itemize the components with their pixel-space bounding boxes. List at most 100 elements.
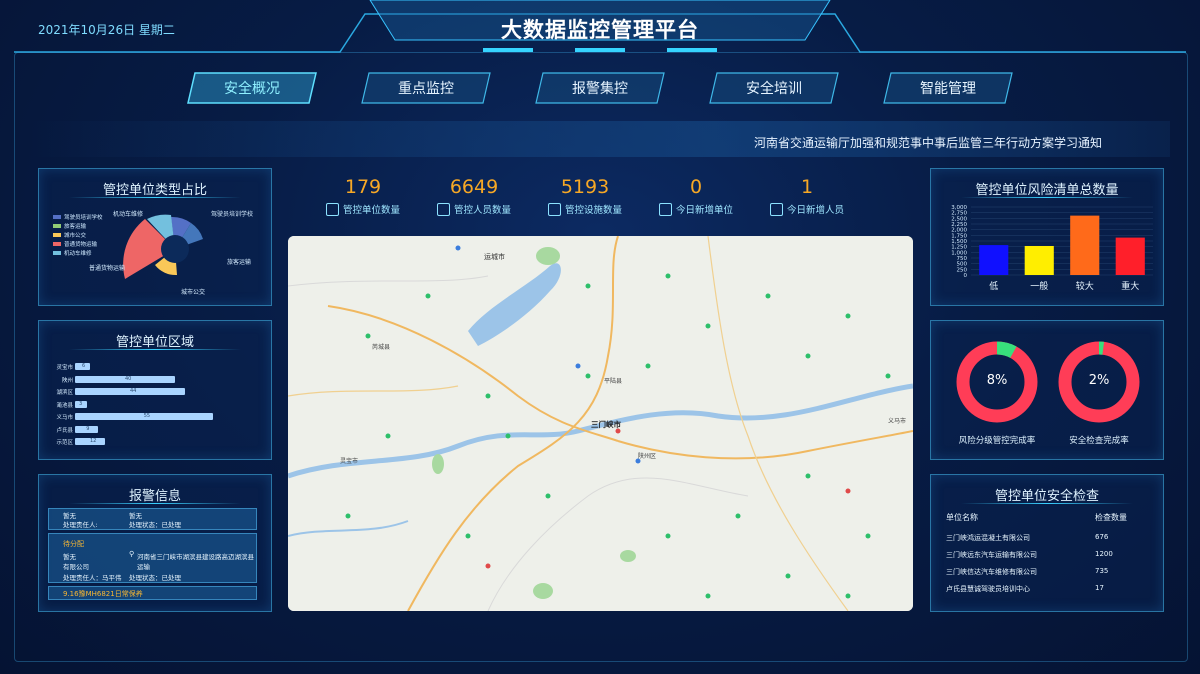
stat-label: 今日新增单位: [676, 205, 734, 216]
map-label-city: 平陆县: [604, 378, 623, 385]
stat-value: 5193: [560, 176, 610, 198]
table-row-count: 17: [1095, 584, 1104, 592]
risk-bar-chart: 3,0002,7502,5002,2502,0001,7501,5001,250…: [951, 205, 1153, 292]
region-value: 55: [143, 413, 151, 419]
panel-title: 管控单位区域: [115, 335, 194, 350]
legend-item: 城市公交: [53, 231, 86, 239]
tab-alarm-control[interactable]: 报警集控: [535, 72, 665, 104]
stat-staff-count: 6649 管控人员数量: [437, 176, 511, 216]
alarm-field: 处理状态：已处理: [129, 574, 181, 582]
table-row-count: 1200: [1095, 550, 1113, 558]
panel-title: 管控单位安全检查: [994, 489, 1099, 504]
pie-label: 旅客运输: [227, 259, 252, 266]
tab-safety-training[interactable]: 安全培训: [709, 72, 839, 104]
stat-unit-count: 179 管控单位数量: [326, 176, 400, 216]
table-header: 检查数量: [1095, 513, 1127, 522]
region-value: 3: [79, 400, 83, 407]
tab-label: 智能管理: [920, 81, 976, 97]
risk-bar-1: [1024, 245, 1054, 275]
y-tick-label: 0: [964, 273, 968, 279]
risk-bar-0: [979, 245, 1009, 275]
alarm-card[interactable]: 9.16豫MH6821日常保养: [48, 586, 257, 600]
region-label: 陕州: [61, 377, 73, 384]
map-label-city: 义马市: [888, 418, 907, 425]
tab-smart-management[interactable]: 智能管理: [883, 72, 1013, 104]
table-row-count: 735: [1095, 567, 1109, 575]
books-icon: [548, 202, 561, 216]
map-label-city: 三门峡市: [591, 420, 621, 429]
completion-panel: 8% 2% 风险分级管控完成率 安全检查完成率: [930, 320, 1164, 460]
table-row-name[interactable]: 三门峡信达汽车维修有限公司: [946, 567, 1037, 577]
region-value: 6: [82, 363, 86, 369]
notice-text[interactable]: 河南省交通运输厅加强和规范事中事后监管三年行动方案学习通知: [754, 134, 1102, 151]
risk-panel: 管控单位风险清单总数量 3,000 2,750 2,500 2,250 2,000 1,7…: [930, 168, 1164, 306]
pie-label: 普通货物运输: [89, 265, 126, 272]
stat-label: 今日新增人员: [787, 205, 845, 216]
tab-label: 重点监控: [398, 81, 454, 97]
legend-item: 机动车维修: [53, 249, 92, 257]
donut-label: 风险分级管控完成率: [958, 436, 1036, 446]
table-row-name[interactable]: 三门峡鸿运混凝土有限公司: [946, 533, 1030, 543]
alarm-head: 待分配: [63, 540, 84, 548]
risk-bar-3: [1115, 237, 1145, 275]
donut-value: 2%: [1088, 373, 1110, 388]
legend-item: 旅客运输: [53, 222, 86, 230]
tab-key-monitoring[interactable]: 重点监控: [361, 72, 491, 104]
doc-add-icon: [659, 202, 672, 216]
donut-label: 安全检查完成率: [1069, 436, 1129, 446]
region-value: 40: [125, 375, 132, 382]
id-card-icon: [770, 202, 783, 216]
location-icon: ⚲: [129, 550, 135, 558]
map-label-city: 芮城县: [372, 344, 391, 351]
legend-item: 普通货物运输: [53, 240, 97, 248]
x-category-label: 较大: [1076, 280, 1094, 292]
tab-label: 安全概况: [224, 81, 280, 97]
people-icon: [437, 202, 450, 216]
header: 大数据监控管理平台: [370, 0, 830, 52]
table-row-name[interactable]: 卢氏县慧诚驾驶员培训中心: [946, 584, 1030, 594]
alarm-field: 处理状态：已处理: [129, 521, 181, 529]
table-row-name[interactable]: 三门峡远东汽车运输有限公司: [946, 550, 1037, 560]
tab-safety-overview[interactable]: 安全概况: [187, 72, 317, 104]
region-label: 卢氏县: [56, 427, 73, 434]
date-label: 2021年10月26日 星期二: [38, 23, 175, 37]
tab-label: 报警集控: [572, 81, 628, 97]
donut-value: 8%: [986, 373, 1008, 388]
region-label: 义马市: [56, 415, 73, 421]
stat-new-units: 0 今日新增单位: [659, 176, 733, 216]
title-underline: [961, 503, 1133, 504]
title-underline: [69, 503, 241, 504]
pie-label: 城市公交: [181, 289, 206, 296]
region-value: 9: [86, 425, 90, 432]
alarm-card[interactable]: 暂无 暂无 处理责任人: 处理状态：已处理: [48, 508, 257, 530]
alarm-field: 有限公司: [63, 563, 89, 571]
alarm-field: 处理责任人:: [63, 521, 98, 529]
stat-facility-count: 5193 管控设施数量: [548, 176, 622, 216]
risk-bar-2: [1070, 215, 1100, 275]
stat-label: 管控人员数量: [454, 205, 512, 216]
stat-label: 管控设施数量: [565, 205, 623, 216]
region-panel: 管控单位区域 灵宝市 6 陕州 40 湖滨区 44 渑池县 3 义马市 55 卢氏县 9 示范区 12: [38, 320, 272, 460]
panel-title: 报警信息: [128, 489, 181, 504]
stat-value: 1: [800, 176, 814, 198]
x-category-label: 低: [989, 280, 998, 292]
region-label: 灵宝市: [56, 365, 73, 371]
stat-value: 0: [689, 176, 703, 198]
x-category-label: 重大: [1121, 280, 1139, 292]
pie-label: 机动车维修: [113, 211, 144, 218]
unit-type-panel: 管控单位类型占比 驾驶员培训学校 旅客运输 城市公交 普通货物运输 机动车维修 …: [38, 168, 272, 306]
map-label-city: 运城市: [484, 253, 505, 261]
alarm-field: 处理责任人：马平伟: [63, 574, 122, 582]
table-row-count: 676: [1095, 533, 1109, 541]
alarm-head: 9.16豫MH6821日常保养: [63, 590, 143, 598]
alarm-card[interactable]: 待分配 暂无 ⚲ 河南省三门峡市湖滨县建设路高迈湖滨县运输 有限公司 处理责任人…: [48, 533, 257, 583]
legend-item: 驾驶员培训学校: [53, 213, 103, 221]
map-label-city: 陕州区: [638, 453, 657, 460]
map-view[interactable]: 运城市 三门峡市 平陆县 灵宝市 芮城县 陕州区 义马市: [288, 236, 913, 611]
stat-label: 管控单位数量: [343, 205, 401, 216]
tab-label: 安全培训: [746, 81, 802, 97]
alarm-address: 河南省三门峡市湖滨县建设路高迈湖滨县运输: [137, 553, 254, 571]
region-value: 44: [130, 388, 137, 394]
stat-value: 179: [344, 176, 382, 198]
table-header: 单位名称: [946, 513, 978, 522]
